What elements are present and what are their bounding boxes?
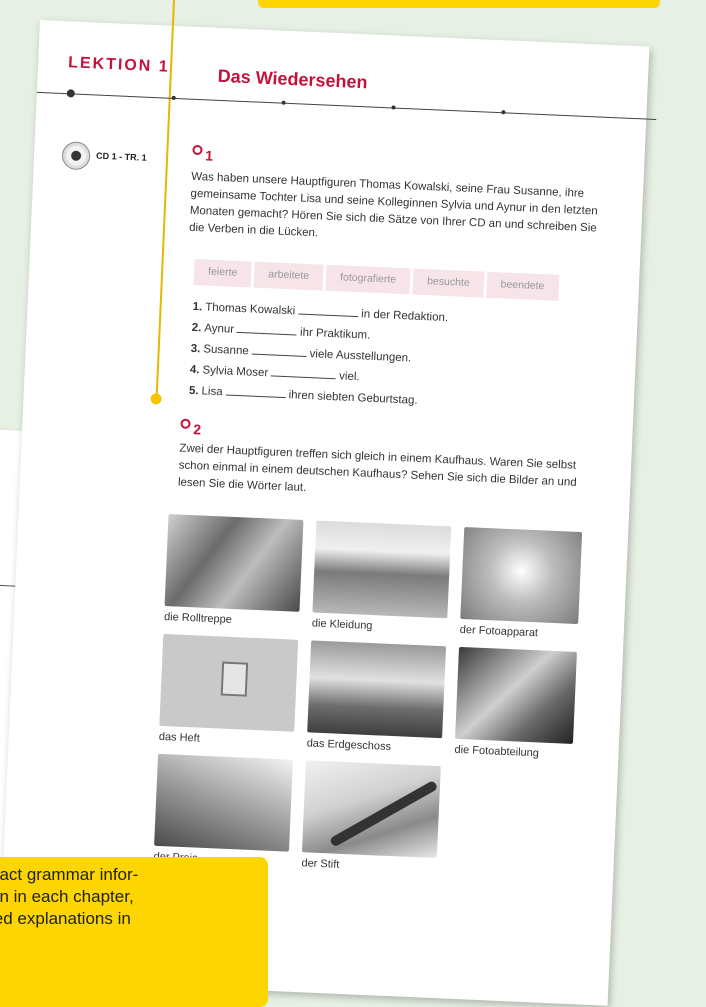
word-bank-item: fotografierte: [325, 264, 411, 295]
photo-caption: das Heft: [158, 730, 201, 745]
rule-dot: [281, 100, 286, 105]
answer-blank[interactable]: [225, 384, 286, 399]
photo-escalator: [164, 514, 304, 612]
word-bank-item: besuchte: [412, 268, 485, 298]
photo-clothing: [312, 520, 452, 619]
photo-photo-department: [455, 646, 577, 744]
callout-line: led explanations in: [0, 909, 131, 928]
photo-caption: die Rolltreppe: [163, 610, 233, 626]
top-callout-box: [258, 0, 660, 8]
cd-icon: [61, 141, 91, 171]
answer-blank[interactable]: [271, 365, 337, 380]
callout-pointer-dot: [150, 393, 162, 405]
exercise-marker-icon: [192, 144, 203, 156]
word-bank-item: beendete: [486, 271, 559, 301]
rule-dot: [391, 105, 396, 110]
exercise-2-instructions: Zwei der Hauptfiguren treffen sich gleic…: [177, 442, 577, 495]
header-rule: [36, 89, 657, 120]
photo-ground-floor: [307, 640, 447, 739]
photo-price-tag: [154, 753, 293, 852]
word-bank: feierte arbeitete fotografierte besuchte…: [193, 258, 559, 301]
notebook-icon: [220, 661, 249, 697]
answer-blank[interactable]: [298, 303, 359, 318]
rule-dot: [66, 89, 75, 98]
word-bank-item: arbeitete: [253, 261, 324, 291]
exercise-2-number: 2: [180, 418, 201, 437]
exercise-1-number: 1: [192, 144, 213, 164]
chapter-title: Das Wiedersehen: [217, 65, 368, 93]
photo-caption: der Fotoapparat: [459, 623, 539, 640]
exercise-marker-icon: [180, 418, 191, 429]
photo-notebook: [159, 633, 299, 732]
photo-caption: die Fotoabteilung: [454, 743, 540, 760]
fill-in-sentences: 1. Thomas Kowalski in der Redaktion. 2. Ayn…: [188, 299, 449, 415]
bottom-callout-box: pact grammar infor- on in each chapter, …: [0, 857, 268, 1007]
callout-line: pact grammar infor-: [0, 865, 139, 884]
photo-caption: das Erdgeschoss: [306, 737, 392, 753]
answer-blank[interactable]: [251, 343, 308, 357]
answer-blank[interactable]: [236, 321, 298, 336]
exercise-1-instructions: Was haben unsere Hauptfiguren Thomas Kow…: [188, 170, 598, 240]
rule-dot: [171, 95, 176, 100]
cd-track-label: CD 1 - TR. 1: [95, 150, 147, 163]
callout-line: on in each chapter,: [0, 887, 134, 906]
word-bank-item: feierte: [193, 258, 252, 288]
photo-camera: [460, 526, 583, 625]
photo-pen: [301, 760, 441, 859]
photo-caption: der Stift: [301, 857, 340, 871]
lesson-label: LEKTION 1: [67, 54, 170, 76]
photo-caption: die Kleidung: [311, 617, 373, 633]
pen-icon: [329, 779, 439, 848]
rule-dot: [501, 110, 506, 115]
